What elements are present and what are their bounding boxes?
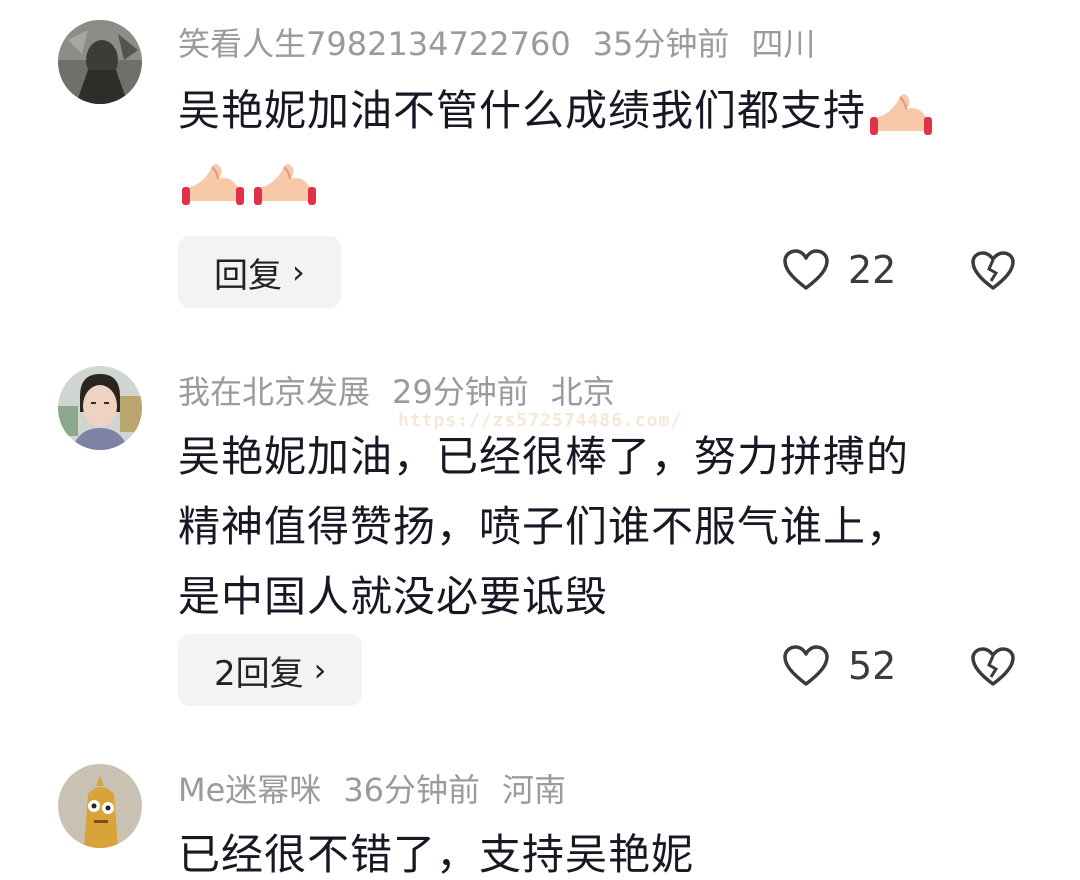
comment-text: 吴艳妮加油不管什么成绩我们都支持 — [178, 76, 1028, 216]
comment-time: 29分钟前 — [392, 373, 529, 411]
comment-text: 已经很不错了，支持吴艳妮 — [178, 820, 1028, 880]
comment-text-line: 精神值得赞扬，喷子们谁不服气谁上， — [178, 502, 910, 551]
username[interactable]: Me迷幂咪 — [178, 771, 321, 809]
comment-time: 35分钟前 — [592, 25, 730, 63]
avatar[interactable] — [58, 20, 142, 104]
broken-heart-icon — [971, 647, 1015, 686]
comment-list: 笑看人生7982134722760 35分钟前 四川 吴艳妮加油不管什么成绩我们都支… — [0, 0, 1080, 880]
avatar[interactable] — [58, 764, 142, 848]
like-button[interactable]: 52 — [782, 644, 896, 688]
reply-button[interactable]: 2回复 › — [178, 634, 363, 706]
like-button[interactable]: 22 — [782, 248, 896, 292]
comment-meta: Me迷幂咪 36分钟前 河南 — [178, 770, 588, 810]
comment-text-line: 吴艳妮加油，已经很棒了，努力拼搏的 — [178, 432, 910, 481]
reply-label: 回复 — [214, 255, 282, 296]
broken-heart-icon — [971, 251, 1015, 290]
dislike-button[interactable] — [970, 646, 1016, 688]
comment-location: 北京 — [550, 373, 615, 411]
username[interactable]: 笑看人生7982134722760 — [178, 25, 571, 63]
chevron-right-icon: › — [292, 253, 305, 291]
comment-meta: 我在北京发展 29分钟前 北京 — [178, 372, 637, 412]
reply-button[interactable]: 回复 › — [178, 236, 341, 308]
avatar[interactable] — [58, 366, 142, 450]
heart-outline-icon — [783, 249, 829, 290]
like-count: 52 — [848, 644, 897, 688]
comment-text-line: 已经很不错了，支持吴艳妮 — [178, 830, 695, 879]
reply-label: 2回复 — [214, 653, 304, 694]
comment-time: 36分钟前 — [343, 771, 481, 809]
username[interactable]: 我在北京发展 — [178, 373, 370, 411]
like-count: 22 — [848, 248, 897, 292]
comment-location: 四川 — [751, 25, 816, 63]
chevron-right-icon: › — [313, 651, 327, 689]
waving-hand-emoji — [250, 157, 318, 211]
comment-text-line: 吴艳妮加油不管什么成绩我们都支持 — [178, 86, 867, 135]
dislike-button[interactable] — [970, 250, 1016, 292]
comment-meta: 笑看人生7982134722760 35分钟前 四川 — [178, 24, 837, 64]
waving-hand-emoji — [866, 87, 934, 141]
waving-hand-emoji — [178, 157, 246, 211]
comment-location: 河南 — [502, 771, 567, 809]
heart-outline-icon — [783, 645, 829, 686]
comment-text-line: 是中国人就没必要诋毁 — [178, 572, 609, 621]
comment-text: 吴艳妮加油，已经很棒了，努力拼搏的 精神值得赞扬，喷子们谁不服气谁上， 是中国人… — [178, 422, 1028, 632]
